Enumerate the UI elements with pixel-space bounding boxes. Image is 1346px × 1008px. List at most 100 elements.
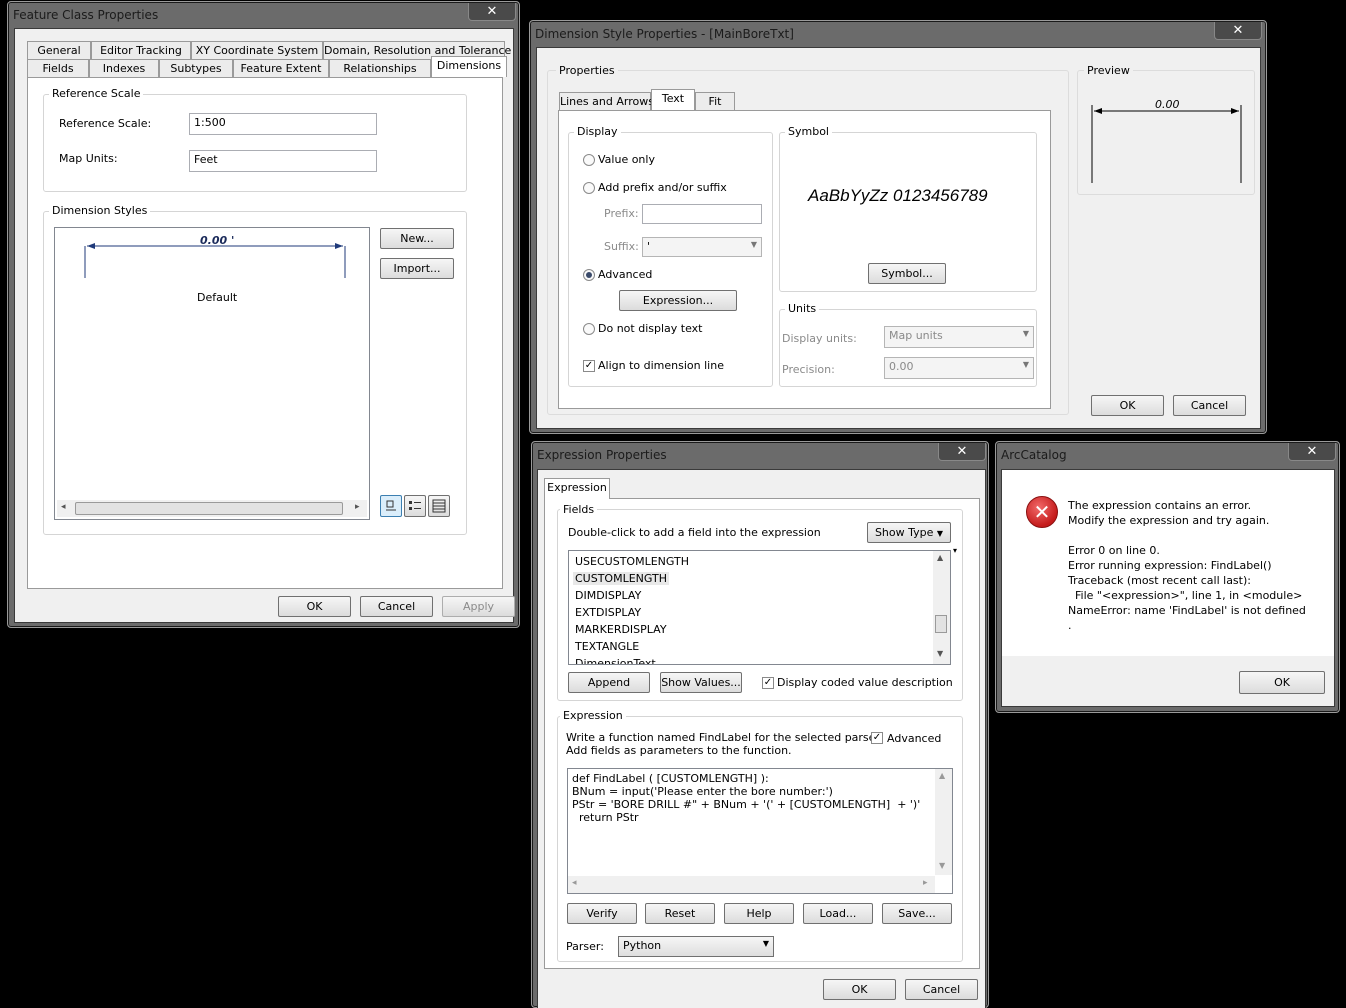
view-list-button[interactable] [404,495,426,517]
scroll-thumb[interactable] [75,502,343,515]
new-style-button[interactable]: New... [380,228,454,249]
expression-button[interactable]: Expression... [619,290,737,311]
tab-dimensions[interactable]: Dimensions [431,56,507,77]
fields-list[interactable]: USECUSTOMLENGTH CUSTOMLENGTH DIMDISPLAY … [568,550,951,665]
group-title: Fields [560,503,598,516]
verify-button[interactable]: Verify [567,903,637,924]
scroll-left-icon[interactable]: ◂ [61,502,66,512]
symbol-group: Symbol AaBbYyZz 0123456789 Symbol... [779,125,1037,292]
style-name[interactable]: Default [197,291,237,304]
code-line: BNum = input('Please enter the bore numb… [572,785,833,798]
horizontal-scrollbar[interactable]: ◂ ▸ [57,500,367,517]
error-icon: ✕ [1026,496,1058,528]
close-icon[interactable]: ✕ [1288,443,1336,461]
cancel-button[interactable]: Cancel [1173,395,1246,416]
symbol-button[interactable]: Symbol... [868,263,946,284]
list-item[interactable]: USECUSTOMLENGTH [575,555,689,568]
error-message-line: Error 0 on line 0. [1068,544,1160,557]
tab-feature-extent[interactable]: Feature Extent [233,59,329,77]
tab-general[interactable]: General [27,41,91,59]
scroll-right-icon[interactable]: ▸ [355,502,360,512]
cancel-button[interactable]: Cancel [905,979,978,1000]
ok-button[interactable]: OK [278,596,351,617]
list-item[interactable]: CUSTOMLENGTH [573,572,670,585]
view-details-button[interactable] [428,495,450,517]
scroll-thumb[interactable] [935,615,947,633]
dimensions-panel: Reference Scale Reference Scale: 1:500 M… [27,77,503,589]
import-style-button[interactable]: Import... [380,258,454,279]
close-icon[interactable]: ✕ [1214,22,1262,40]
group-title: Properties [556,64,618,77]
group-title: Preview [1084,64,1133,77]
tab-text[interactable]: Text [651,89,695,110]
scroll-up-icon[interactable]: ▲ [937,553,943,562]
reset-button[interactable]: Reset [645,903,715,924]
tab-fields[interactable]: Fields [27,59,89,77]
horizontal-scrollbar[interactable]: ◂ ▸ [568,876,935,893]
tab-indexes[interactable]: Indexes [89,59,159,77]
tab-subtypes[interactable]: Subtypes [159,59,233,77]
list-item[interactable]: DimensionText [575,657,656,664]
map-units-field[interactable]: Feet [189,150,377,172]
list-item[interactable]: DIMDISPLAY [575,589,641,602]
scroll-up-icon[interactable]: ▲ [939,771,945,780]
ok-button[interactable]: OK [1239,671,1325,694]
tab-xy-coordinate-system[interactable]: XY Coordinate System [191,41,323,59]
do-not-display-radio[interactable] [583,323,595,335]
tab-lines-and-arrows[interactable]: Lines and Arrows [559,92,654,110]
tab-relationships[interactable]: Relationships [329,59,431,77]
group-title: Display [574,125,621,138]
arccatalog-error-window: ArcCatalog ✕ ✕ The expression contains a… [995,441,1340,713]
tab-expression[interactable]: Expression [544,478,610,499]
align-checkbox[interactable]: ✓ [583,360,595,372]
advanced-checkbox[interactable]: ✓ [871,732,883,744]
help-button[interactable]: Help [724,903,794,924]
dimension-styles-group: Dimension Styles 0.00 ' Default ◂ ▸ New.… [43,204,467,535]
prefix-input[interactable] [642,204,762,224]
tab-fit[interactable]: Fit [695,92,735,110]
dimension-style-properties-window: Dimension Style Properties - [MainBoreTx… [529,20,1267,434]
tab-editor-tracking[interactable]: Editor Tracking [91,41,191,59]
ok-button[interactable]: OK [823,979,896,1000]
dimension-styles-list[interactable]: 0.00 ' Default ◂ ▸ [54,227,370,520]
list-item[interactable]: MARKERDISPLAY [575,623,667,636]
apply-button[interactable]: Apply [442,596,515,617]
chevron-down-icon: ▼ [762,939,769,948]
display-units-label: Display units: [782,332,857,345]
list-item[interactable]: TEXTANGLE [575,640,639,653]
scroll-down-icon[interactable]: ▼ [939,861,945,870]
close-icon[interactable]: ✕ [938,443,986,461]
scroll-down-icon[interactable]: ▼ [937,649,943,658]
ok-button[interactable]: OK [1091,395,1164,416]
code-line: def FindLabel ( [CUSTOMLENGTH] ): [572,772,769,785]
suffix-combo[interactable]: ' ▼ [642,237,762,257]
vertical-scrollbar[interactable]: ▲ ▼ [935,769,952,875]
show-values-button[interactable]: Show Values... [660,672,742,693]
add-prefix-suffix-radio[interactable] [583,182,595,194]
suffix-label: Suffix: [604,240,639,253]
save-button[interactable]: Save... [882,903,952,924]
cancel-button[interactable]: Cancel [360,596,433,617]
append-button[interactable]: Append [568,672,650,693]
expression-editor[interactable]: def FindLabel ( [CUSTOMLENGTH] ): BNum =… [567,768,953,894]
text-tab-panel: Display Value only Add prefix and/or suf… [558,110,1051,409]
reference-scale-group: Reference Scale Reference Scale: 1:500 M… [43,87,467,192]
load-button[interactable]: Load... [803,903,873,924]
list-item[interactable]: EXTDISPLAY [575,606,641,619]
dialog-body: Expression Fields Double-click to add a … [537,469,986,1008]
details-view-icon [432,499,446,513]
precision-combo[interactable]: 0.00 ▼ [884,357,1034,379]
reference-scale-input[interactable]: 1:500 [189,113,377,135]
view-large-icons-button[interactable] [380,495,402,517]
value-only-radio[interactable] [583,154,595,166]
parser-select[interactable]: Python ▼ [618,936,774,957]
advanced-radio[interactable] [583,269,595,281]
show-type-button[interactable]: Show Type ▼ [867,522,951,543]
scroll-right-icon[interactable]: ▸ [923,878,928,888]
scroll-left-icon[interactable]: ◂ [572,878,577,888]
close-icon[interactable]: ✕ [468,3,516,21]
coded-value-checkbox[interactable]: ✓ [762,677,774,689]
display-units-combo[interactable]: Map units ▼ [884,326,1034,348]
vertical-scrollbar[interactable]: ▲ ▼ [933,551,950,664]
group-title: Symbol [785,125,832,138]
